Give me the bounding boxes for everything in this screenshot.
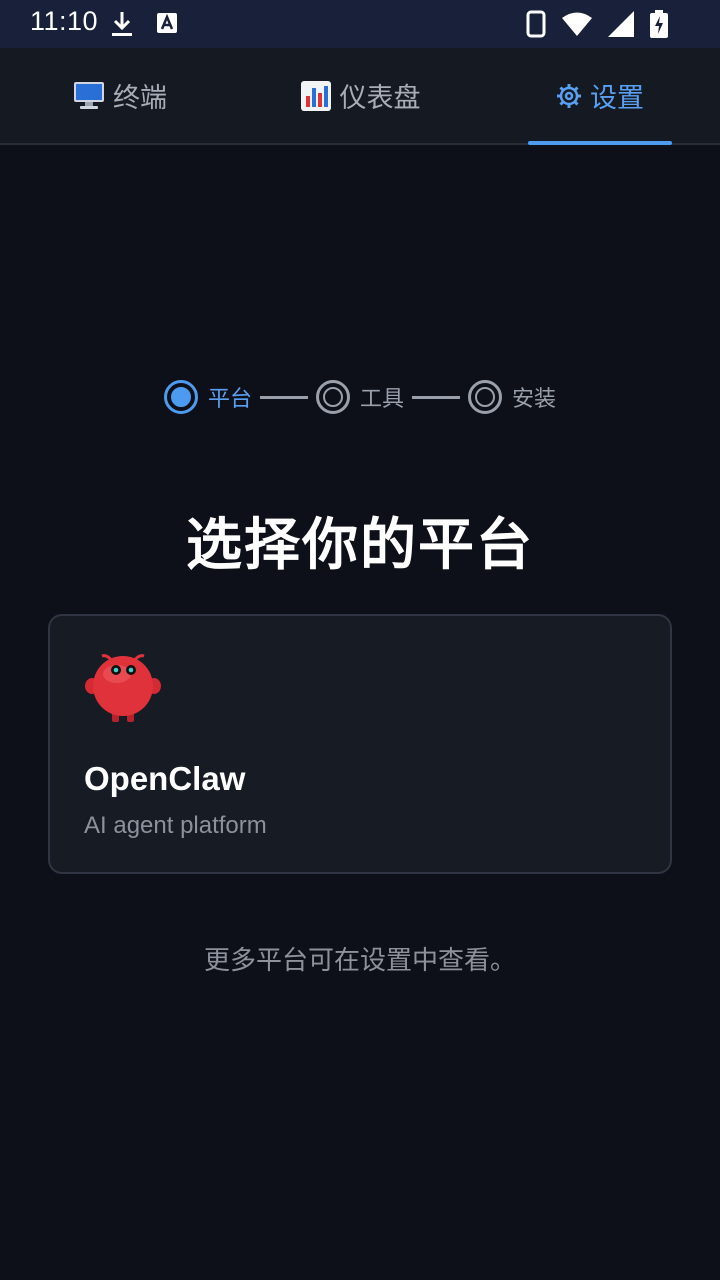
step-platform-label: 平台: [207, 387, 252, 412]
step-indicator-active: [163, 380, 198, 414]
status-bar: 11:10: [0, 0, 720, 48]
keyboard-a-icon: [156, 10, 178, 42]
platform-description: AI agent platform: [84, 812, 267, 839]
step-indicator: [468, 380, 502, 414]
page-title: 选择你的平台: [186, 513, 534, 578]
step-indicator: [315, 380, 350, 414]
step-platform[interactable]: 平台: [163, 380, 252, 414]
more-platforms-note: 更多平台可在设置中查看。: [203, 946, 516, 976]
step-tools[interactable]: 工具: [315, 380, 404, 414]
step-install-label: 安装: [512, 387, 557, 412]
signal-icon: [608, 11, 634, 41]
setup-stepper: 平台 工具 安装: [0, 380, 720, 414]
monitor-icon: [73, 81, 105, 111]
openclaw-mascot-icon: [84, 650, 162, 724]
status-system-icons: [526, 10, 668, 42]
tab-settings[interactable]: 设置: [480, 48, 720, 145]
battery-charging-icon: [650, 10, 668, 42]
step-install[interactable]: 安装: [468, 380, 556, 414]
step-connector: [412, 395, 460, 399]
tab-terminal-label: 终端: [113, 83, 167, 114]
gear-icon: [556, 83, 582, 109]
tab-dashboard[interactable]: 仪表盘: [240, 48, 480, 143]
tab-bar: 终端 仪表盘 设置: [0, 48, 720, 145]
status-notification-icons: [110, 10, 178, 42]
bar-chart-icon: [300, 80, 332, 112]
tab-dashboard-label: 仪表盘: [339, 83, 421, 114]
wifi-icon: [562, 11, 592, 41]
step-tools-label: 工具: [359, 387, 404, 412]
status-time: 11:10: [30, 6, 99, 36]
download-icon: [110, 10, 134, 42]
step-connector: [259, 395, 308, 399]
phone-icon: [526, 10, 546, 42]
tab-settings-label: 设置: [590, 83, 644, 114]
platform-card-openclaw[interactable]: OpenClaw AI agent platform: [48, 614, 672, 874]
platform-name: OpenClaw: [84, 760, 246, 797]
tab-terminal[interactable]: 终端: [0, 48, 240, 143]
